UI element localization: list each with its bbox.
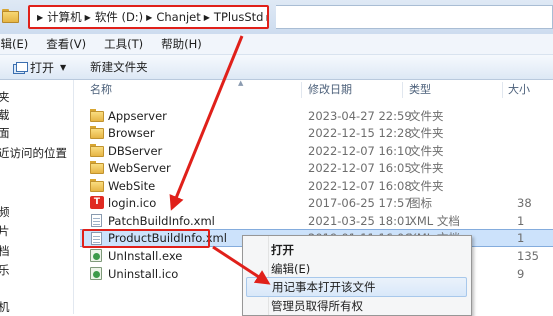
file-type: 文件夹 (409, 109, 444, 123)
file-type: 图标 (409, 196, 432, 210)
context-menu-edit[interactable]: 编辑(E) (246, 259, 467, 279)
file-row[interactable]: Appserver 2023-04-27 22:59 文件夹 (80, 107, 553, 125)
file-type: 文件夹 (409, 126, 444, 140)
address-input-area[interactable] (276, 5, 553, 29)
menu-bar: 编辑(E) 查看(V) 工具(T) 帮助(H) (0, 34, 553, 55)
folder-icon (90, 161, 104, 174)
menu-help[interactable]: 帮助(H) (161, 36, 202, 52)
context-menu-open-with-notepad[interactable]: 用记事本打开该文件 (246, 277, 467, 297)
folder-icon (90, 179, 104, 192)
chevron-right-icon[interactable]: ▶ (266, 13, 267, 22)
file-type: 文件夹 (409, 144, 444, 158)
column-divider[interactable] (301, 82, 302, 98)
breadcrumb-drive[interactable]: 软件 (D:) (95, 9, 143, 25)
menu-tools[interactable]: 工具(T) (104, 36, 143, 52)
file-row[interactable]: WebSite 2022-12-07 16:08 文件夹 (80, 177, 553, 195)
column-header-size[interactable]: 大小 (508, 80, 530, 100)
column-divider[interactable] (502, 82, 503, 98)
file-size: 9 (517, 267, 525, 281)
file-name: Uninstall.ico (108, 267, 179, 281)
file-size: 1 (517, 231, 525, 245)
column-divider[interactable] (402, 82, 403, 98)
tplus-icon: T (90, 196, 104, 209)
file-type: 文件夹 (409, 161, 444, 175)
file-name: login.ico (108, 196, 157, 210)
file-size: 1 (517, 214, 525, 228)
nav-item-videos[interactable]: 频 (0, 204, 10, 220)
open-label: 打开 (30, 60, 55, 75)
column-header-name[interactable]: 名称 (90, 80, 112, 100)
file-name: Appserver (108, 109, 167, 123)
file-type: 文件夹 (409, 179, 444, 193)
chevron-right-icon[interactable]: ▶ (85, 13, 91, 22)
open-button[interactable]: 打开 ▼ (13, 59, 66, 76)
file-row[interactable]: WebServer 2022-12-07 16:05 文件夹 (80, 159, 553, 177)
column-header-type[interactable]: 类型 (409, 80, 431, 100)
context-menu-take-ownership[interactable]: 管理员取得所有权 (246, 296, 467, 316)
chevron-right-icon[interactable]: ▶ (146, 13, 152, 22)
nav-item-favorites[interactable]: 夹 (0, 89, 10, 105)
file-row[interactable]: DBServer 2022-12-07 16:10 文件夹 (80, 142, 553, 160)
folder-icon (90, 109, 104, 122)
file-name: WebServer (108, 161, 171, 175)
file-name: PatchBuildInfo.xml (108, 214, 215, 228)
column-header-date[interactable]: 修改日期 (308, 80, 352, 100)
file-name-highlight-box (82, 229, 210, 248)
context-menu: 打开 编辑(E) 用记事本打开该文件 管理员取得所有权 (242, 235, 472, 316)
chevron-down-icon[interactable]: ▼ (60, 63, 66, 72)
file-size: 135 (517, 249, 539, 263)
menu-view[interactable]: 查看(V) (46, 36, 86, 52)
folder-icon[interactable] (2, 9, 20, 23)
menu-edit[interactable]: 编辑(E) (0, 36, 28, 52)
file-row[interactable]: T login.ico 2017-06-25 17:57 图标 38 (80, 194, 553, 212)
navigation-pane: 夹 载 面 近访问的位置 频 片 档 乐 机 (0, 80, 74, 314)
folder-icon (90, 144, 104, 157)
file-date: 2017-06-25 17:57 (308, 196, 412, 210)
breadcrumb-chanjet[interactable]: Chanjet (156, 10, 200, 24)
nav-item-pictures[interactable]: 片 (0, 223, 10, 239)
file-row[interactable]: PatchBuildInfo.xml 2021-03-25 18:01 XML … (80, 212, 553, 230)
address-breadcrumb[interactable]: ▶ 计算机 ▶ 软件 (D:) ▶ Chanjet ▶ TPlusStd ▶ (28, 5, 269, 29)
toolbar: 打开 ▼ 新建文件夹 (0, 55, 553, 80)
sort-up-icon: ▲ (238, 79, 244, 87)
new-folder-button[interactable]: 新建文件夹 (90, 59, 148, 75)
file-date: 2022-12-07 16:08 (308, 179, 412, 193)
file-date: 2023-04-27 22:59 (308, 109, 412, 123)
file-date: 2022-12-07 16:10 (308, 144, 412, 158)
nav-item-computer[interactable]: 机 (0, 299, 10, 315)
setup-icon (90, 267, 104, 280)
nav-item-music[interactable]: 乐 (0, 262, 10, 278)
file-date: 2022-12-15 12:28 (308, 126, 412, 140)
file-size: 38 (517, 196, 532, 210)
folder-icon (90, 126, 104, 139)
nav-item-desktop[interactable]: 面 (0, 125, 10, 141)
nav-item-documents[interactable]: 档 (0, 243, 10, 259)
document-icon (90, 214, 104, 227)
file-type: XML 文档 (409, 214, 460, 228)
nav-item-recent-places[interactable]: 近访问的位置 (0, 145, 67, 161)
file-name: WebSite (108, 179, 156, 193)
chevron-right-icon[interactable]: ▶ (204, 13, 210, 22)
file-date: 2021-03-25 18:01 (308, 214, 412, 228)
file-name: Browser (108, 126, 155, 140)
address-bar-row: ▶ 计算机 ▶ 软件 (D:) ▶ Chanjet ▶ TPlusStd ▶ (0, 0, 553, 34)
open-icon (13, 61, 28, 74)
file-name: UnInstall.exe (108, 249, 183, 263)
file-date: 2022-12-07 16:05 (308, 161, 412, 175)
file-name: DBServer (108, 144, 163, 158)
breadcrumb-computer[interactable]: 计算机 (47, 9, 82, 25)
breadcrumb-tplusstd[interactable]: TPlusStd (214, 10, 264, 24)
context-menu-open[interactable]: 打开 (246, 240, 467, 260)
file-row[interactable]: Browser 2022-12-15 12:28 文件夹 (80, 124, 553, 142)
setup-icon (90, 249, 104, 262)
nav-item-downloads[interactable]: 载 (0, 107, 10, 123)
chevron-right-icon[interactable]: ▶ (37, 13, 43, 22)
